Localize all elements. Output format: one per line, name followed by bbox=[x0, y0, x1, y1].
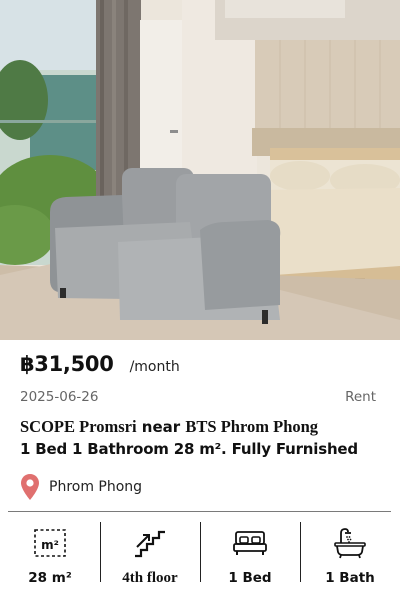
feature-area: m² 28 m² bbox=[0, 512, 100, 600]
location-row: Phrom Phong bbox=[20, 473, 142, 501]
area-m2-icon: m² bbox=[33, 526, 67, 560]
title-project: SCOPE Promsri bbox=[20, 417, 137, 436]
title-near: near bbox=[136, 418, 186, 436]
bed-icon bbox=[232, 526, 268, 560]
price-row: ฿31,500 /month bbox=[20, 352, 180, 376]
feature-bed: 1 Bed bbox=[200, 512, 300, 600]
price-period: /month bbox=[129, 359, 180, 375]
location-text: Phrom Phong bbox=[49, 479, 143, 495]
area-icon-text: m² bbox=[41, 538, 59, 552]
floor-label: 4th floor bbox=[122, 570, 178, 586]
listing-type: Rent bbox=[345, 389, 376, 405]
features-bar: m² 28 m² 4th floor 1 Bed 1 Bath bbox=[0, 512, 400, 600]
listing-title[interactable]: SCOPE Promsri near BTS Phrom Phong bbox=[20, 417, 318, 437]
feature-floor: 4th floor bbox=[100, 512, 200, 600]
title-station: BTS Phrom Phong bbox=[185, 417, 319, 436]
price: ฿31,500 bbox=[20, 352, 114, 376]
listing-date: 2025-06-26 bbox=[20, 389, 99, 405]
listing-photo[interactable] bbox=[0, 0, 400, 340]
listing-subtitle[interactable]: 1 Bed 1 Bathroom 28 m². Fully Furnished bbox=[20, 440, 358, 458]
bath-label: 1 Bath bbox=[325, 570, 375, 586]
area-label: 28 m² bbox=[28, 570, 72, 586]
bed-label: 1 Bed bbox=[228, 570, 272, 586]
location-pin-icon bbox=[20, 473, 40, 501]
meta-row: 2025-06-26 Rent bbox=[20, 389, 376, 405]
stairs-icon bbox=[132, 526, 168, 560]
feature-bath: 1 Bath bbox=[300, 512, 400, 600]
bathtub-icon bbox=[333, 526, 367, 560]
